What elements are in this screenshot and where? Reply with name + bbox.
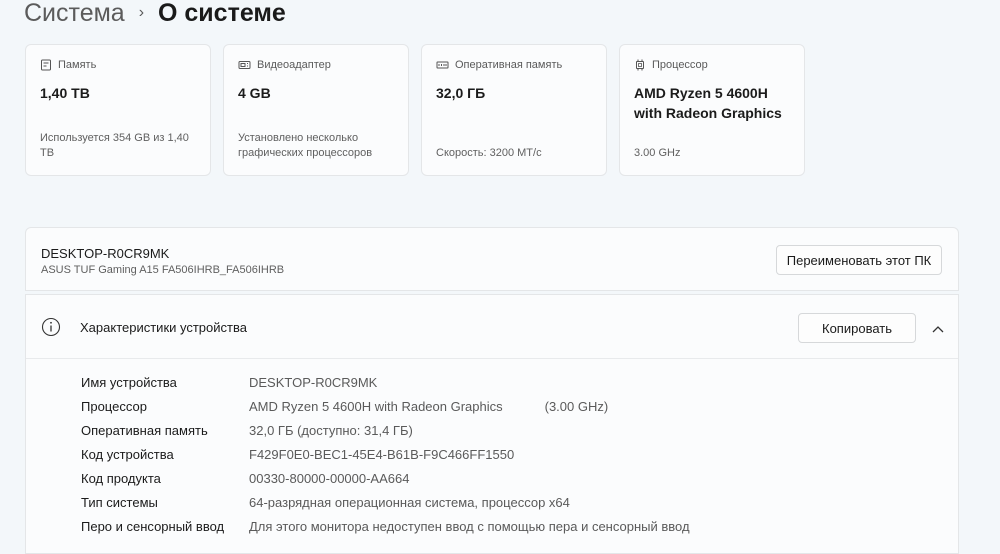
cpu-icon [634,59,646,71]
spec-label: Оперативная память [81,422,208,438]
card-value: 1,40 TB [40,85,90,101]
card-note: Установлено несколько графических процес… [238,132,373,159]
device-specs-panel: Характеристики устройства Копировать Имя… [25,294,959,554]
spec-row: Перо и сенсорный ввод Для этого монитора… [81,514,690,538]
device-name-panel: DESKTOP-R0CR9MK ASUS TUF Gaming A15 FA50… [25,227,959,291]
card-note: Скорость: 3200 MT/c [436,147,542,159]
gpu-icon [238,59,251,71]
card-title: Память [58,59,97,71]
ram-card: Оперативная память 32,0 ГБ Скорость: 320… [421,44,607,176]
breadcrumb: Система › О системе [24,0,286,30]
info-icon [41,317,61,342]
spec-label: Код устройства [81,446,174,462]
spec-value: F429F0E0-BEC1-45E4-B61B-F9C466FF1550 [249,446,515,462]
copy-button[interactable]: Копировать [798,313,916,343]
ram-icon [436,59,449,71]
storage-icon [40,59,52,71]
spec-rows: Имя устройства DESKTOP-R0CR9MK Процессор… [81,370,690,538]
spec-row: Код продукта 00330-80000-00000-AA664 [81,466,690,490]
spec-label: Код продукта [81,470,161,486]
card-note: 3.00 GHz [634,147,681,159]
card-title: Видеоадаптер [257,59,331,71]
card-header: Процессор [634,59,708,71]
spec-row: Имя устройства DESKTOP-R0CR9MK [81,370,690,394]
spec-label: Процессор [81,398,147,414]
card-header: Оперативная память [436,59,562,71]
device-specs-header[interactable]: Характеристики устройства Копировать [26,295,958,359]
breadcrumb-parent-link[interactable]: Система [24,0,125,28]
spec-row: Процессор AMD Ryzen 5 4600H with Radeon … [81,394,690,418]
spec-label: Перо и сенсорный ввод [81,518,225,534]
card-title: Оперативная память [455,59,563,71]
cpu-card: Процессор AMD Ryzen 5 4600H with Radeon … [619,44,805,176]
device-specs-title: Характеристики устройства [80,320,247,335]
spec-value: 64-разрядная операционная система, проце… [249,494,570,510]
spec-value: AMD Ryzen 5 4600H with Radeon Graphics [249,398,503,414]
storage-card: Память 1,40 TB Используется 354 GB из 1,… [25,44,211,176]
card-header: Видеоадаптер [238,59,331,71]
gpu-card: Видеоадаптер 4 GB Установлено несколько … [223,44,409,176]
spec-value: 32,0 ГБ (доступно: 31,4 ГБ) [249,422,413,438]
spec-row: Оперативная память 32,0 ГБ (доступно: 31… [81,418,690,442]
spec-row: Код устройства F429F0E0-BEC1-45E4-B61B-F… [81,442,690,466]
spec-value: DESKTOP-R0CR9MK [249,374,378,390]
card-title: Процессор [652,59,708,71]
spec-value: 00330-80000-00000-AA664 [249,470,410,486]
card-header: Память [40,59,96,71]
device-model: ASUS TUF Gaming A15 FA506IHRB_FA506IHRB [41,264,285,276]
breadcrumb-separator: › [138,4,145,21]
card-value: 4 GB [238,85,271,101]
chevron-up-icon[interactable] [932,320,944,338]
summary-cards: Память 1,40 TB Используется 354 GB из 1,… [25,44,805,176]
spec-value: Для этого монитора недоступен ввод с пом… [249,518,690,534]
spec-row: Тип системы 64-разрядная операционная си… [81,490,690,514]
spec-label: Тип системы [81,494,158,510]
page-title: О системе [158,0,286,27]
spec-label: Имя устройства [81,374,177,390]
device-name: DESKTOP-R0CR9MK [41,246,170,261]
spec-extra: (3.00 GHz) [544,398,609,414]
rename-pc-button[interactable]: Переименовать этот ПК [776,245,942,275]
card-value: 32,0 ГБ [436,85,486,101]
card-note: Используется 354 GB из 1,40 TB [40,132,189,159]
card-value: AMD Ryzen 5 4600H with Radeon Graphics [634,85,782,121]
